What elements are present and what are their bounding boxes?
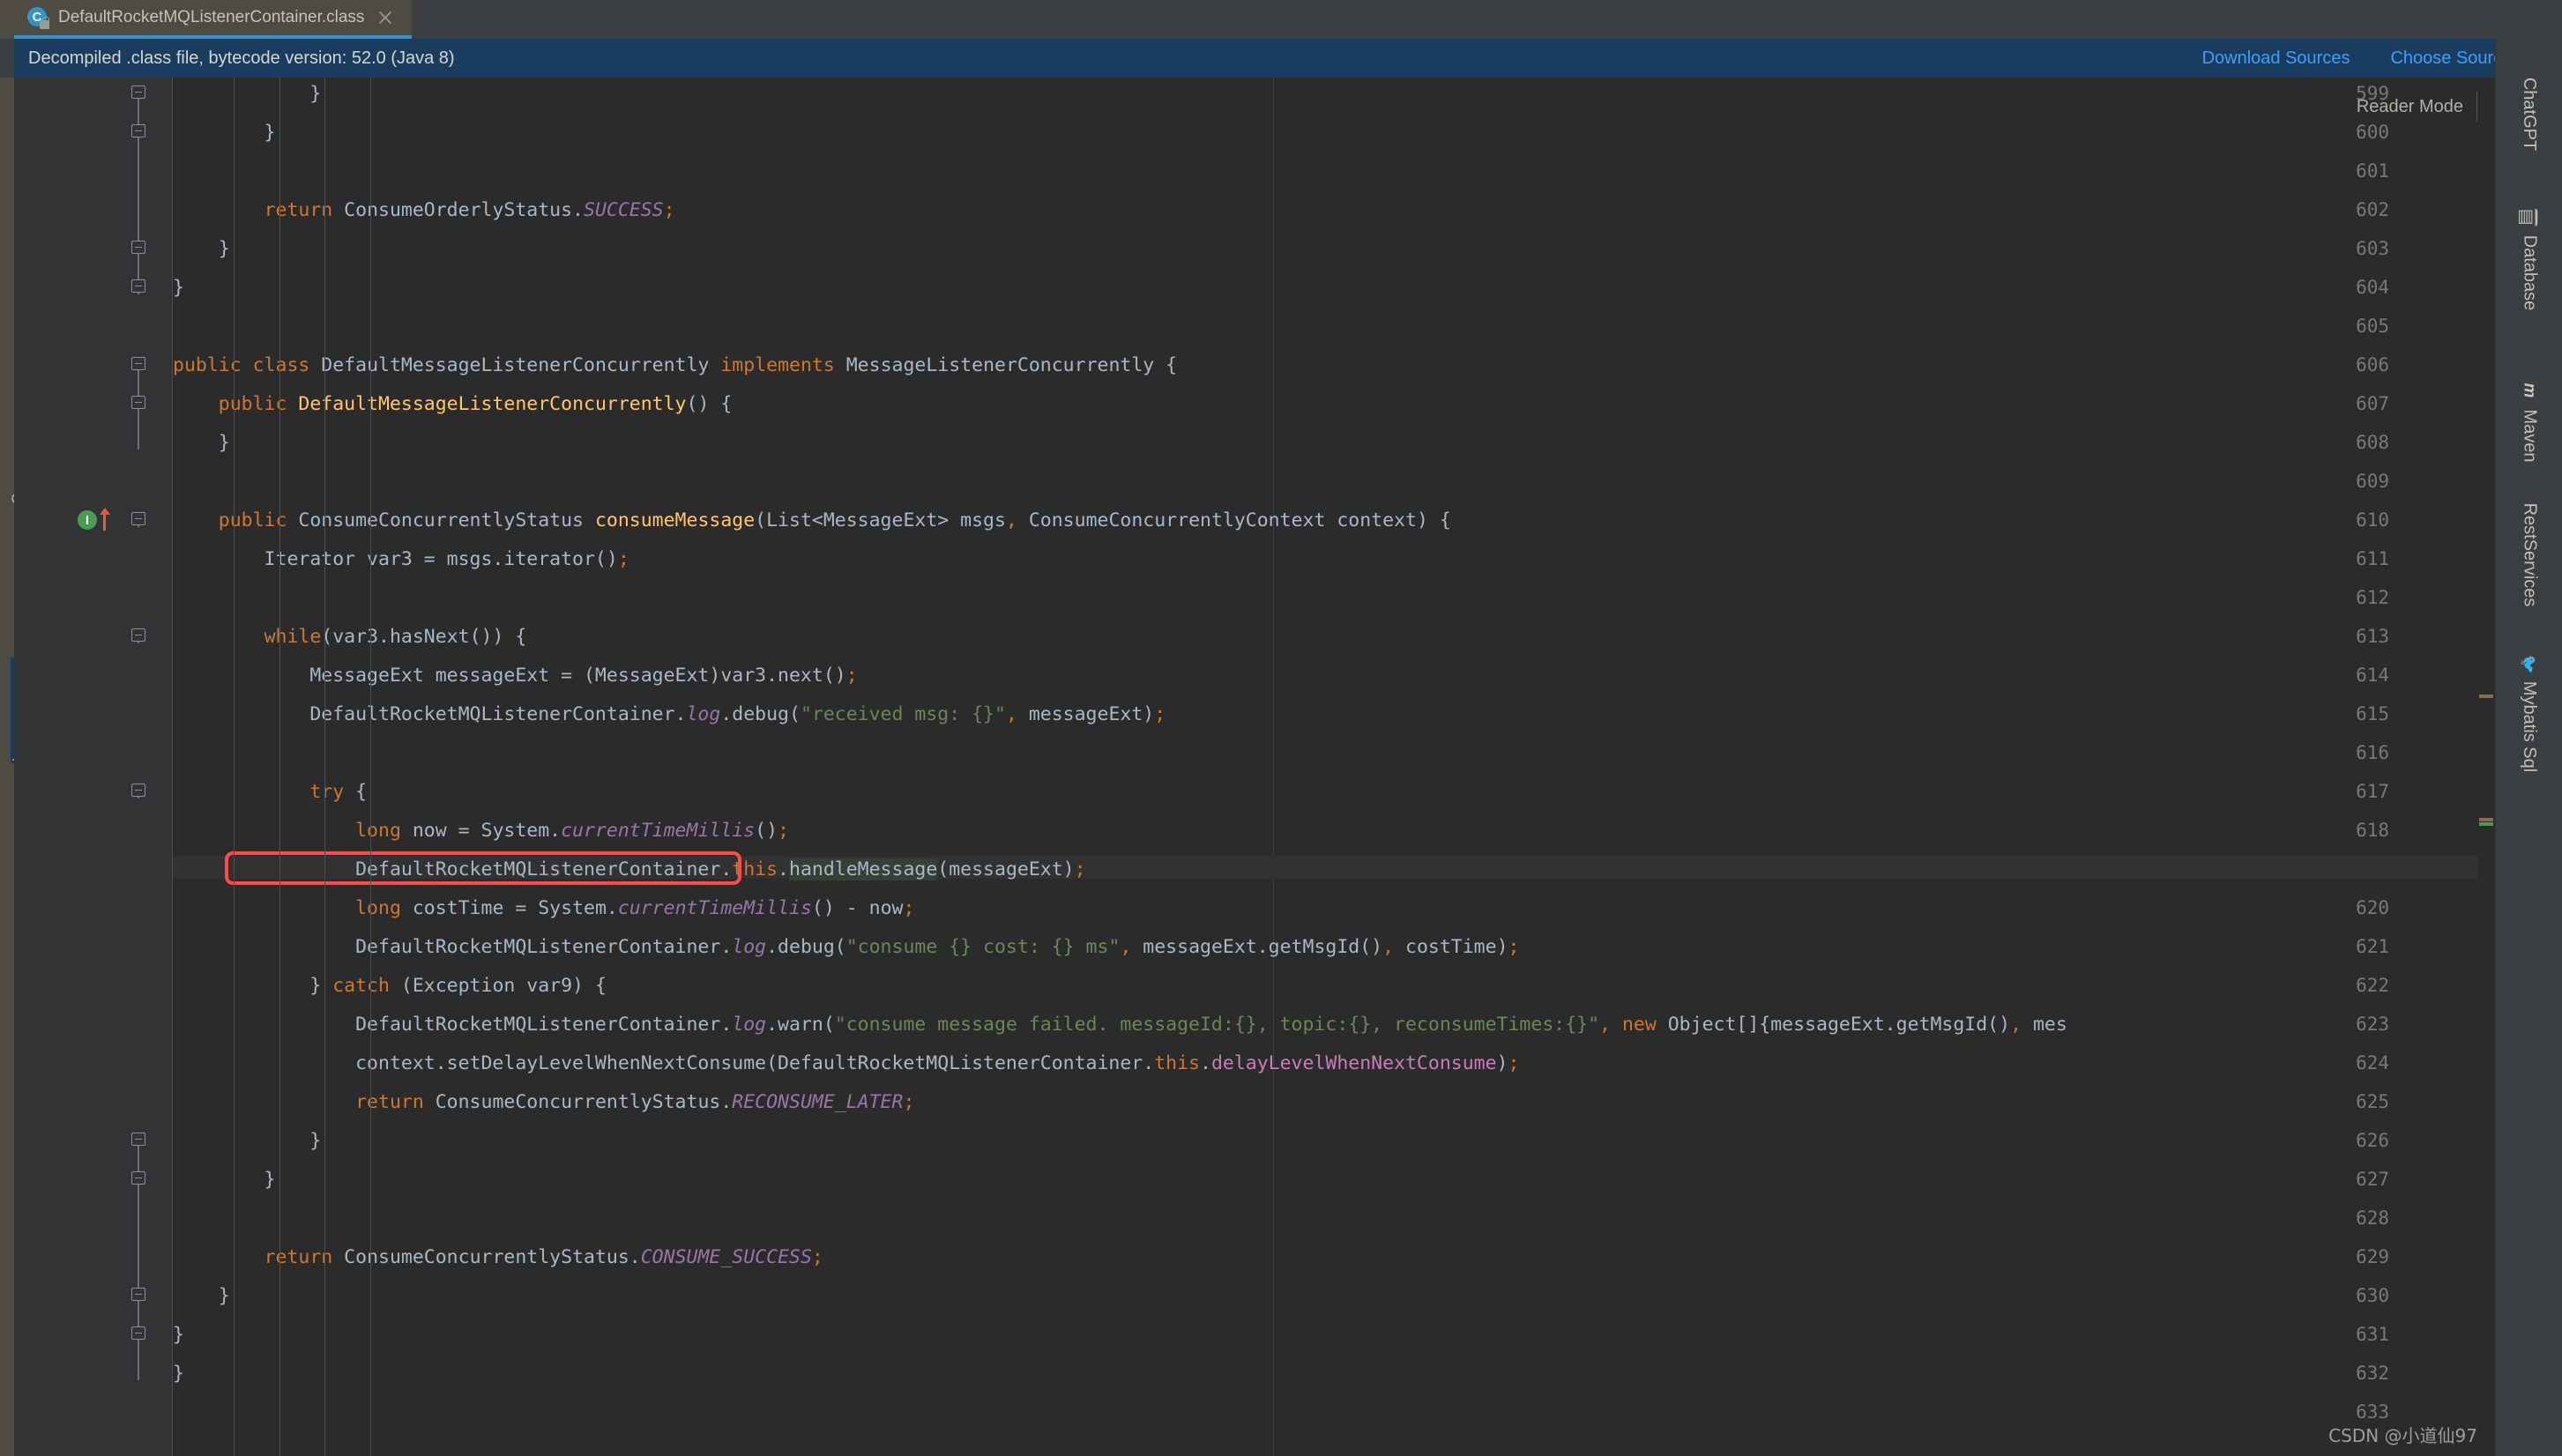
code-fold-toggle-icon[interactable]: [129, 276, 148, 295]
code-fold-toggle-icon[interactable]: [129, 509, 148, 528]
code-line[interactable]: DefaultRocketMQListenerContainer.log.war…: [173, 1014, 2067, 1036]
maven-icon: m: [2521, 382, 2539, 397]
right-tool-window-tab[interactable]: ▤ Database: [2496, 167, 2562, 352]
editor-tab-strip: C DefaultRocketMQListenerContainer.class: [0, 0, 2562, 39]
code-line[interactable]: }: [173, 1363, 184, 1385]
decompiled-file-banner: Decompiled .class file, bytecode version…: [0, 39, 2562, 78]
code-fold-toggle-icon[interactable]: [129, 121, 148, 140]
code-fold-toggle-icon[interactable]: [129, 82, 148, 101]
tab-strip-left-edge: [0, 0, 14, 39]
code-line[interactable]: long now = System.currentTimeMillis();: [173, 820, 789, 842]
overriding-method-arrow-icon[interactable]: [99, 508, 111, 531]
code-line[interactable]: }: [173, 83, 321, 105]
indent-guide: [324, 78, 326, 1456]
right-tool-window-tab[interactable]: RestServices: [2496, 462, 2562, 647]
code-line[interactable]: return ConsumeConcurrentlyStatus.CONSUME…: [173, 1246, 823, 1268]
code-line[interactable]: }: [173, 277, 184, 299]
code-line[interactable]: while(var3.hasNext()) {: [173, 626, 527, 648]
code-line[interactable]: public class DefaultMessageListenerConcu…: [173, 354, 1177, 376]
code-line[interactable]: context.setDelayLevelWhenNextConsume(Def…: [173, 1052, 1519, 1074]
editor-marker[interactable]: [2479, 822, 2493, 826]
code-fold-toggle-icon[interactable]: [129, 625, 148, 644]
download-sources-link[interactable]: Download Sources: [2202, 48, 2350, 69]
code-line[interactable]: DefaultRocketMQListenerContainer.this.ha…: [173, 858, 1086, 880]
right-tool-window-tab[interactable]: 🐦 Mybatis Sql: [2496, 620, 2562, 806]
indent-guide: [370, 78, 372, 1456]
source-code-text[interactable]: } } return ConsumeOrderlyStatus.SUCCESS;…: [173, 78, 2495, 1456]
editor-tab-label: DefaultRocketMQListenerContainer.class: [58, 8, 365, 26]
right-tool-window-label: Maven: [2520, 408, 2540, 463]
code-line[interactable]: DefaultRocketMQListenerContainer.log.deb…: [173, 936, 1519, 958]
code-fold-toggle-icon[interactable]: [129, 353, 148, 373]
indent-guide: [233, 78, 235, 1456]
code-line[interactable]: return ConsumeOrderlyStatus.SUCCESS;: [173, 199, 675, 221]
editor-marker[interactable]: [2479, 695, 2493, 698]
implemented-method-icon[interactable]: I: [78, 510, 97, 530]
right-tool-window-label: Mybatis Sql: [2520, 680, 2540, 772]
editor-gutter[interactable]: [14, 78, 173, 1456]
code-line[interactable]: }: [173, 1130, 321, 1152]
code-line[interactable]: Iterator var3 = msgs.iterator();: [173, 548, 629, 570]
editor-tab-decompiled-class[interactable]: C DefaultRocketMQListenerContainer.class: [14, 0, 412, 39]
watermark: CSDN @小道仙97: [2328, 1425, 2477, 1446]
code-line[interactable]: long costTime = System.currentTimeMillis…: [173, 897, 914, 919]
code-line[interactable]: } catch (Exception var9) {: [173, 975, 607, 997]
editor-marker[interactable]: [2479, 818, 2493, 821]
right-tool-window-label: ChatGPT: [2520, 77, 2540, 151]
left-tool-window-strip[interactable]: Connst: [0, 78, 14, 1456]
code-fold-toggle-icon[interactable]: [129, 1129, 148, 1148]
code-line[interactable]: }: [173, 1324, 184, 1346]
editor-marker-bar[interactable]: [2477, 78, 2495, 1456]
close-icon[interactable]: [376, 9, 394, 26]
indent-guide: [279, 78, 280, 1456]
banner-message: Decompiled .class file, bytecode version…: [28, 48, 455, 68]
code-fold-toggle-icon[interactable]: [129, 392, 148, 412]
code-line[interactable]: }: [173, 122, 276, 144]
mybatis-bird-icon: 🐦: [2521, 654, 2538, 674]
code-line[interactable]: public ConsumeConcurrentlyStatus consume…: [173, 509, 1451, 531]
code-line[interactable]: }: [173, 238, 230, 260]
fold-region-line: [138, 86, 139, 294]
code-line[interactable]: }: [173, 432, 230, 454]
reader-mode-label[interactable]: Reader Mode: [2357, 97, 2463, 117]
code-line[interactable]: }: [173, 1169, 276, 1191]
code-line[interactable]: return ConsumeConcurrentlyStatus.RECONSU…: [173, 1091, 914, 1113]
code-fold-toggle-icon[interactable]: [129, 237, 148, 256]
code-fold-toggle-icon[interactable]: [129, 1168, 148, 1187]
banner-left-gap: [0, 39, 14, 78]
code-editor[interactable]: 599 600 601 602 603 604 605 606 607 608 609 610 I 611…: [14, 78, 2495, 1456]
code-line[interactable]: MessageExt messageExt = (MessageExt)var3…: [173, 665, 857, 687]
right-tool-window-strip[interactable]: ChatGPT ▤ Database m Maven RestServices 🐦 Mybat…: [2495, 39, 2562, 1456]
java-class-file-icon: C: [26, 6, 49, 29]
code-line[interactable]: try {: [173, 781, 367, 803]
code-line[interactable]: public DefaultMessageListenerConcurrentl…: [173, 393, 733, 415]
code-line[interactable]: DefaultRocketMQListenerContainer.log.deb…: [173, 703, 1166, 725]
code-fold-toggle-icon[interactable]: [129, 1323, 148, 1342]
code-fold-toggle-icon[interactable]: [129, 1284, 148, 1304]
code-line[interactable]: }: [173, 1285, 230, 1307]
lock-icon: [40, 17, 49, 29]
code-fold-toggle-icon[interactable]: [129, 780, 148, 799]
right-tool-window-label: RestServices: [2520, 502, 2540, 606]
right-tool-window-label: Database: [2520, 234, 2540, 310]
database-icon: ▤: [2517, 208, 2538, 227]
